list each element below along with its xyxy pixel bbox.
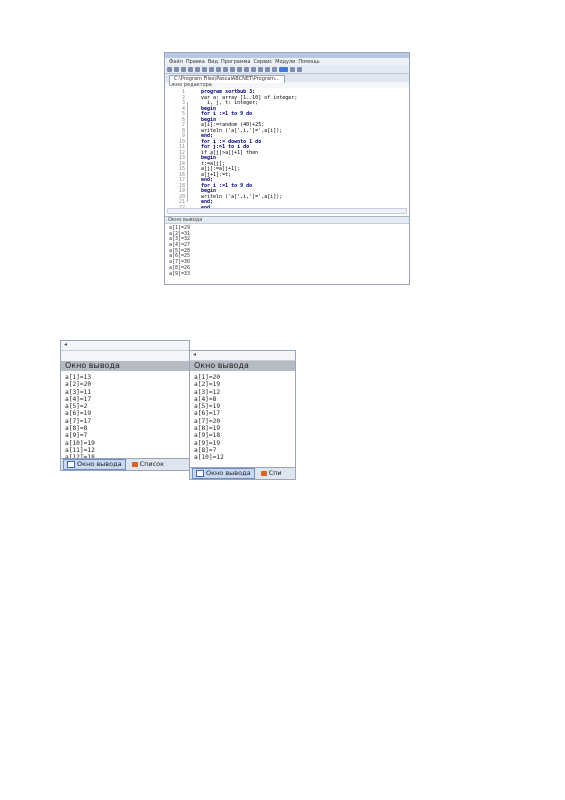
output-lines: a[1]=13 a[2]=20 a[3]=11 a[4]=17 a[5]=2 a… — [61, 371, 189, 465]
error-list-icon — [131, 462, 138, 467]
output-line: a[10]=19 — [65, 439, 95, 447]
output-line: a[9]=18 — [194, 432, 221, 440]
step-into-icon[interactable] — [258, 66, 263, 72]
menu-item[interactable]: Помощь — [298, 59, 319, 65]
output-line: a[8]=7 — [194, 446, 217, 454]
scroll-left-arrow-icon[interactable]: ◂ — [64, 341, 67, 348]
ide-toolbar — [165, 65, 409, 74]
scroll-left-arrow-icon[interactable]: ◂ — [193, 351, 196, 358]
ide-menu-bar: Файл Правка Вид Программа Сервис Модули … — [165, 58, 409, 65]
stop-icon[interactable] — [244, 66, 249, 72]
open-file-icon[interactable] — [174, 66, 179, 72]
output-window-header: Окно вывода — [190, 361, 295, 371]
output-line: a[1]=20 — [194, 374, 221, 381]
new-file-icon[interactable] — [167, 66, 172, 72]
output-line: a[3]=12 — [194, 388, 221, 396]
window-top-strip: ◂ — [190, 351, 295, 361]
tab-error-list[interactable]: Список — [129, 460, 168, 469]
line-number-gutter: 1 2 3 4 5 6 7 8 9 10 11 12 13 14 15 16 1… — [167, 89, 185, 211]
output-line: a[2]=19 — [194, 381, 221, 389]
paste-icon[interactable] — [216, 66, 221, 72]
editor-tab-strip: C:\Program Files\PascalABCNET\Program... — [165, 74, 409, 83]
menu-item[interactable]: Сервис — [253, 59, 272, 65]
output-line: a[6]=17 — [194, 410, 221, 418]
tab-label: Список — [139, 460, 165, 468]
output-line: a[9]=33 — [169, 270, 191, 277]
tab-label: Окно вывода — [77, 460, 122, 468]
menu-item[interactable]: Файл — [169, 59, 183, 65]
ide-screenshot: Файл Правка Вид Программа Сервис Модули … — [164, 52, 410, 285]
fold-guide — [187, 102, 188, 202]
output-line: a[5]=2 — [65, 403, 88, 411]
run-icon[interactable] — [237, 66, 242, 72]
print-icon[interactable] — [195, 66, 200, 72]
menu-item[interactable]: Модули — [275, 59, 295, 65]
menu-item[interactable]: Программа — [221, 59, 250, 65]
output-lines: a[1]=20 a[2]=19 a[3]=12 a[4]=8 a[5]=19 a… — [190, 371, 295, 465]
form-icon[interactable] — [290, 66, 295, 72]
cut-icon[interactable] — [202, 66, 207, 72]
window-top-strip: ◂ — [61, 341, 189, 351]
output-line: a[7]=20 — [194, 417, 221, 425]
undo-icon[interactable] — [223, 66, 228, 72]
menu-item[interactable]: Правка — [186, 59, 205, 65]
output-window-header: Окно вывода — [61, 361, 189, 371]
save-all-icon[interactable] — [188, 66, 193, 72]
redo-icon[interactable] — [230, 66, 235, 72]
help-icon[interactable] — [297, 66, 302, 72]
ide-output-panel: a[1]=29 a[2]=31 a[3]=32 a[4]=27 a[5]=28 … — [165, 224, 409, 279]
output-line: a[9]=7 — [65, 432, 88, 440]
tab-label: Спи — [268, 469, 282, 477]
output-line: a[3]=11 — [65, 388, 92, 396]
code-editor[interactable]: 1 2 3 4 5 6 7 8 9 10 11 12 13 14 15 16 1… — [165, 88, 409, 217]
output-line: a[8]=19 — [194, 425, 221, 433]
menu-item[interactable]: Вид — [208, 59, 218, 65]
output-line: a[1]=13 — [65, 374, 92, 381]
output-line: a[5]=19 — [194, 403, 221, 411]
tab-error-list[interactable]: Спи — [258, 469, 285, 478]
tab-label: Окно вывода — [206, 469, 251, 477]
output-window-icon — [196, 470, 204, 477]
output-line: a[10]=12 — [194, 454, 224, 462]
output-window-right: ◂ Окно вывода a[1]=20 a[2]=19 a[3]=12 a[… — [189, 350, 296, 480]
editor-file-tab[interactable]: C:\Program Files\PascalABCNET\Program... — [169, 75, 285, 83]
ide-output-caption: Окно вывода — [165, 217, 409, 224]
format-icon[interactable] — [279, 66, 288, 72]
output-line: a[4]=17 — [65, 395, 92, 403]
output-line: a[2]=20 — [65, 381, 92, 389]
editor-horizontal-scrollbar[interactable] — [167, 208, 407, 214]
output-line: a[4]=8 — [194, 395, 217, 403]
output-line: a[6]=19 — [65, 410, 92, 418]
error-list-icon — [260, 471, 267, 476]
output-window-icon — [67, 461, 75, 468]
copy-icon[interactable] — [209, 66, 214, 72]
save-icon[interactable] — [181, 66, 186, 72]
code-lines: program sortbub 3; var a: array [1..10] … — [201, 89, 297, 211]
tab-output-window[interactable]: Окно вывода — [63, 459, 126, 470]
breakpoint-icon[interactable] — [265, 66, 270, 72]
output-line: a[8]=8 — [65, 425, 88, 433]
window-spacer — [61, 351, 189, 361]
output-line: a[7]=17 — [65, 417, 92, 425]
bottom-tab-bar: Окно вывода Спи — [190, 467, 295, 479]
bottom-tab-bar: Окно вывода Список — [61, 458, 189, 470]
step-icon[interactable] — [251, 66, 256, 72]
output-line: a[11]=12 — [65, 446, 95, 454]
watch-icon[interactable] — [272, 66, 277, 72]
tab-output-window[interactable]: Окно вывода — [192, 468, 255, 479]
output-line: a[9]=19 — [194, 439, 221, 447]
output-window-left: ◂ Окно вывода a[1]=13 a[2]=20 a[3]=11 a[… — [60, 340, 190, 471]
